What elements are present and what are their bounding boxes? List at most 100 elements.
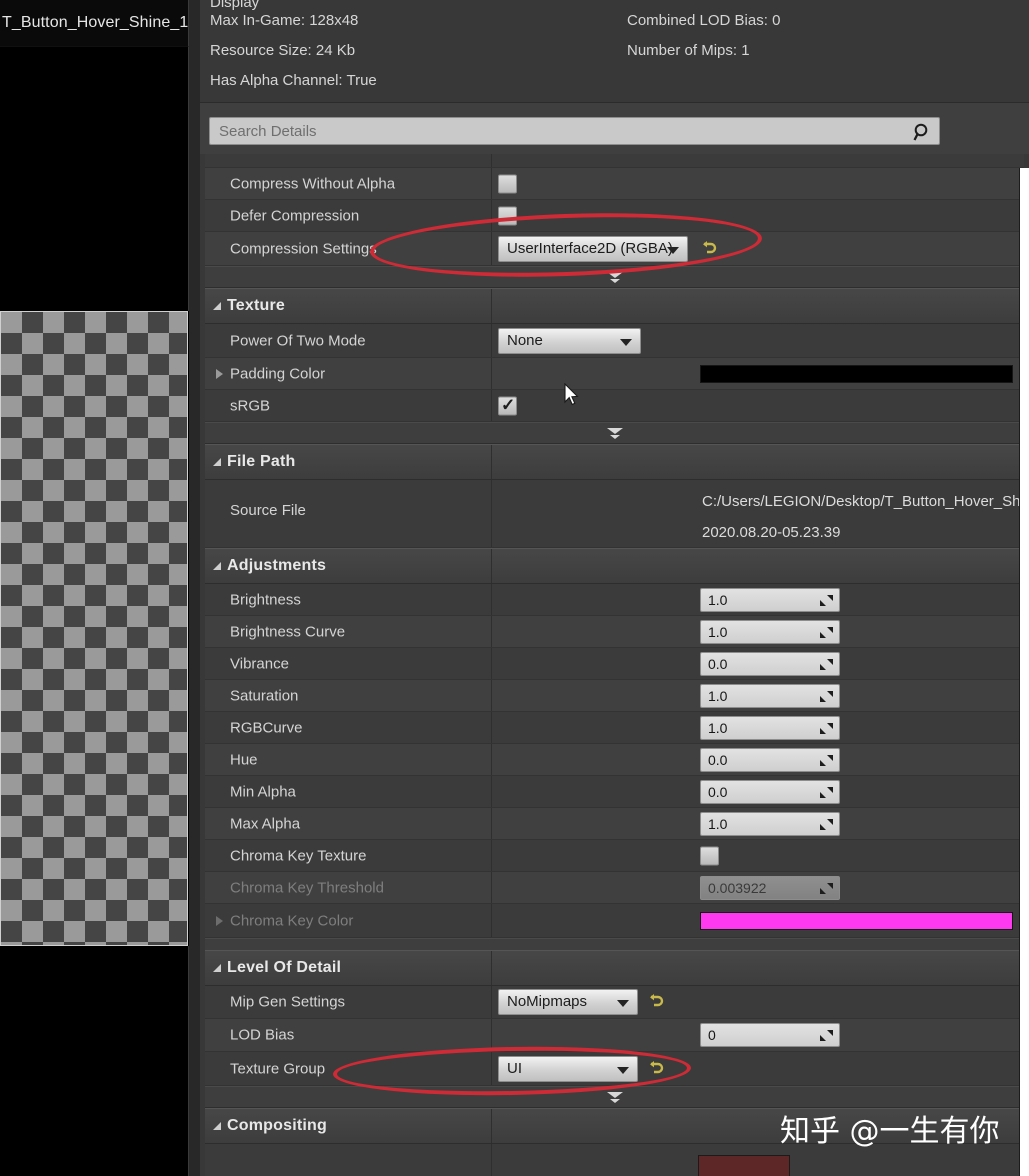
collapse-triangle-icon bbox=[213, 1122, 221, 1130]
expand-triangle-icon[interactable] bbox=[216, 368, 223, 379]
row-chroma-key-texture[interactable]: Chroma Key Texture bbox=[205, 840, 1024, 872]
spinner-arrows-icon[interactable] bbox=[819, 593, 834, 608]
column-splitter bbox=[491, 324, 492, 357]
dropdown-value: UI bbox=[507, 1059, 522, 1077]
chroma-key-texture-checkbox[interactable] bbox=[700, 846, 719, 865]
column-splitter bbox=[491, 358, 492, 389]
row-label: Mip Gen Settings bbox=[230, 993, 346, 1011]
dropdown-value: None bbox=[507, 331, 543, 349]
spinner-arrows-icon[interactable] bbox=[819, 689, 834, 704]
row-label: Min Alpha bbox=[230, 783, 296, 800]
column-splitter bbox=[491, 1019, 492, 1051]
reset-to-default-icon[interactable] bbox=[648, 1060, 664, 1078]
info-resource-size: Resource Size: 24 Kb bbox=[210, 42, 356, 59]
input-value: 0 bbox=[708, 1027, 716, 1043]
details-scrollbar[interactable] bbox=[1019, 168, 1029, 1176]
spinner-arrows-icon[interactable] bbox=[819, 1028, 834, 1043]
source-file-path-value: C:/Users/LEGION/Desktop/T_Button_Hover_S… bbox=[702, 493, 1024, 510]
column-splitter bbox=[491, 154, 492, 167]
chevron-down-icon bbox=[620, 338, 632, 346]
brightness-curve-input[interactable]: 1.0 bbox=[700, 619, 840, 644]
srgb-checkbox[interactable]: ✓ bbox=[498, 395, 517, 415]
texture-group-dropdown[interactable]: UI bbox=[498, 1055, 638, 1082]
show-advanced-level-of-detail[interactable] bbox=[205, 1086, 1024, 1108]
compression-settings-dropdown[interactable]: UserInterface2D (RGBA) bbox=[498, 235, 688, 262]
saturation-input[interactable]: 1.0 bbox=[700, 683, 840, 708]
hue-input[interactable]: 0.0 bbox=[700, 747, 840, 772]
spinner-arrows-icon[interactable] bbox=[819, 721, 834, 736]
row-brightness[interactable]: Brightness 1.0 bbox=[205, 584, 1024, 616]
row-defer-compression[interactable]: Defer Compression bbox=[205, 200, 1024, 232]
spinner-arrows-icon[interactable] bbox=[819, 785, 834, 800]
column-splitter bbox=[491, 289, 492, 323]
row-hue[interactable]: Hue 0.0 bbox=[205, 744, 1024, 776]
row-vibrance[interactable]: Vibrance 0.0 bbox=[205, 648, 1024, 680]
row-power-of-two-mode[interactable]: Power Of Two Mode None bbox=[205, 324, 1024, 358]
row-mip-gen-settings[interactable]: Mip Gen Settings NoMipmaps bbox=[205, 986, 1024, 1019]
watermark-text: 知乎 @一生有你 bbox=[780, 1114, 1000, 1149]
row-label: RGBCurve bbox=[230, 719, 303, 736]
row-compression-settings[interactable]: Compression Settings UserInterface2D (RG… bbox=[205, 232, 1024, 266]
column-splitter bbox=[491, 951, 492, 985]
brightness-input[interactable]: 1.0 bbox=[700, 587, 840, 612]
compositing-partial-swatch[interactable] bbox=[698, 1155, 790, 1176]
column-splitter bbox=[491, 776, 492, 807]
column-splitter bbox=[491, 480, 492, 547]
row-brightness-curve[interactable]: Brightness Curve 1.0 bbox=[205, 616, 1024, 648]
padding-color-swatch[interactable] bbox=[700, 364, 1013, 383]
show-advanced-texture[interactable] bbox=[205, 422, 1024, 444]
row-texture-group[interactable]: Texture Group UI bbox=[205, 1052, 1024, 1086]
section-title: Adjustments bbox=[227, 557, 327, 574]
row-label: Power Of Two Mode bbox=[230, 332, 366, 349]
row-saturation[interactable]: Saturation 1.0 bbox=[205, 680, 1024, 712]
texture-checkerboard-preview[interactable] bbox=[0, 311, 188, 946]
search-input[interactable]: Search Details bbox=[209, 117, 940, 145]
section-header-adjustments[interactable]: Adjustments bbox=[205, 548, 1024, 584]
row-lod-bias[interactable]: LOD Bias 0 bbox=[205, 1019, 1024, 1052]
power-of-two-mode-dropdown[interactable]: None bbox=[498, 327, 641, 354]
section-header-level-of-detail[interactable]: Level Of Detail bbox=[205, 950, 1024, 986]
section-header-texture[interactable]: Texture bbox=[205, 288, 1024, 324]
input-value: 0.003922 bbox=[708, 879, 767, 896]
spinner-arrows-icon[interactable] bbox=[819, 657, 834, 672]
section-header-file-path[interactable]: File Path bbox=[205, 444, 1024, 480]
chevron-down-icon bbox=[667, 246, 679, 254]
column-splitter bbox=[491, 616, 492, 647]
spinner-arrows-icon[interactable] bbox=[819, 625, 834, 640]
row-source-file[interactable]: Source File C:/Users/LEGION/Desktop/T_Bu… bbox=[205, 480, 1024, 548]
pane-splitter[interactable] bbox=[189, 0, 200, 1176]
input-value: 1.0 bbox=[708, 719, 728, 736]
reset-to-default-icon[interactable] bbox=[701, 240, 717, 258]
vibrance-input[interactable]: 0.0 bbox=[700, 651, 840, 676]
show-advanced-compression[interactable] bbox=[205, 266, 1024, 288]
row-label: Brightness Curve bbox=[230, 623, 346, 640]
lod-bias-input[interactable]: 0 bbox=[700, 1023, 840, 1047]
search-placeholder-label: Search Details bbox=[219, 123, 317, 140]
spinner-arrows-icon[interactable] bbox=[819, 753, 834, 768]
compress-without-alpha-checkbox[interactable] bbox=[498, 174, 517, 193]
row-srgb[interactable]: sRGB ✓ bbox=[205, 390, 1024, 422]
collapse-triangle-icon bbox=[213, 562, 221, 570]
min-alpha-input[interactable]: 0.0 bbox=[700, 779, 840, 804]
row-compress-without-alpha[interactable]: Compress Without Alpha bbox=[205, 168, 1024, 200]
expand-triangle-icon[interactable] bbox=[216, 915, 223, 926]
column-splitter bbox=[491, 200, 492, 231]
column-splitter bbox=[491, 986, 492, 1018]
rgbcurve-input[interactable]: 1.0 bbox=[700, 715, 840, 740]
input-value: 0.0 bbox=[708, 751, 728, 768]
max-alpha-input[interactable]: 1.0 bbox=[700, 811, 840, 836]
row-padding-color[interactable]: Padding Color bbox=[205, 358, 1024, 390]
double-chevron-down-icon bbox=[606, 428, 623, 439]
defer-compression-checkbox[interactable] bbox=[498, 206, 517, 225]
row-max-alpha[interactable]: Max Alpha 1.0 bbox=[205, 808, 1024, 840]
chroma-key-threshold-input: 0.003922 bbox=[700, 875, 840, 900]
row-rgbcurve[interactable]: RGBCurve 1.0 bbox=[205, 712, 1024, 744]
mip-gen-settings-dropdown[interactable]: NoMipmaps bbox=[498, 989, 638, 1015]
spinner-arrows-icon[interactable] bbox=[819, 817, 834, 832]
reset-to-default-icon[interactable] bbox=[648, 993, 664, 1011]
row-label: Chroma Key Texture bbox=[230, 847, 367, 864]
column-splitter bbox=[491, 1144, 492, 1176]
row-min-alpha[interactable]: Min Alpha 0.0 bbox=[205, 776, 1024, 808]
mouse-cursor bbox=[564, 383, 579, 406]
row-label: Texture Group bbox=[230, 1060, 326, 1077]
